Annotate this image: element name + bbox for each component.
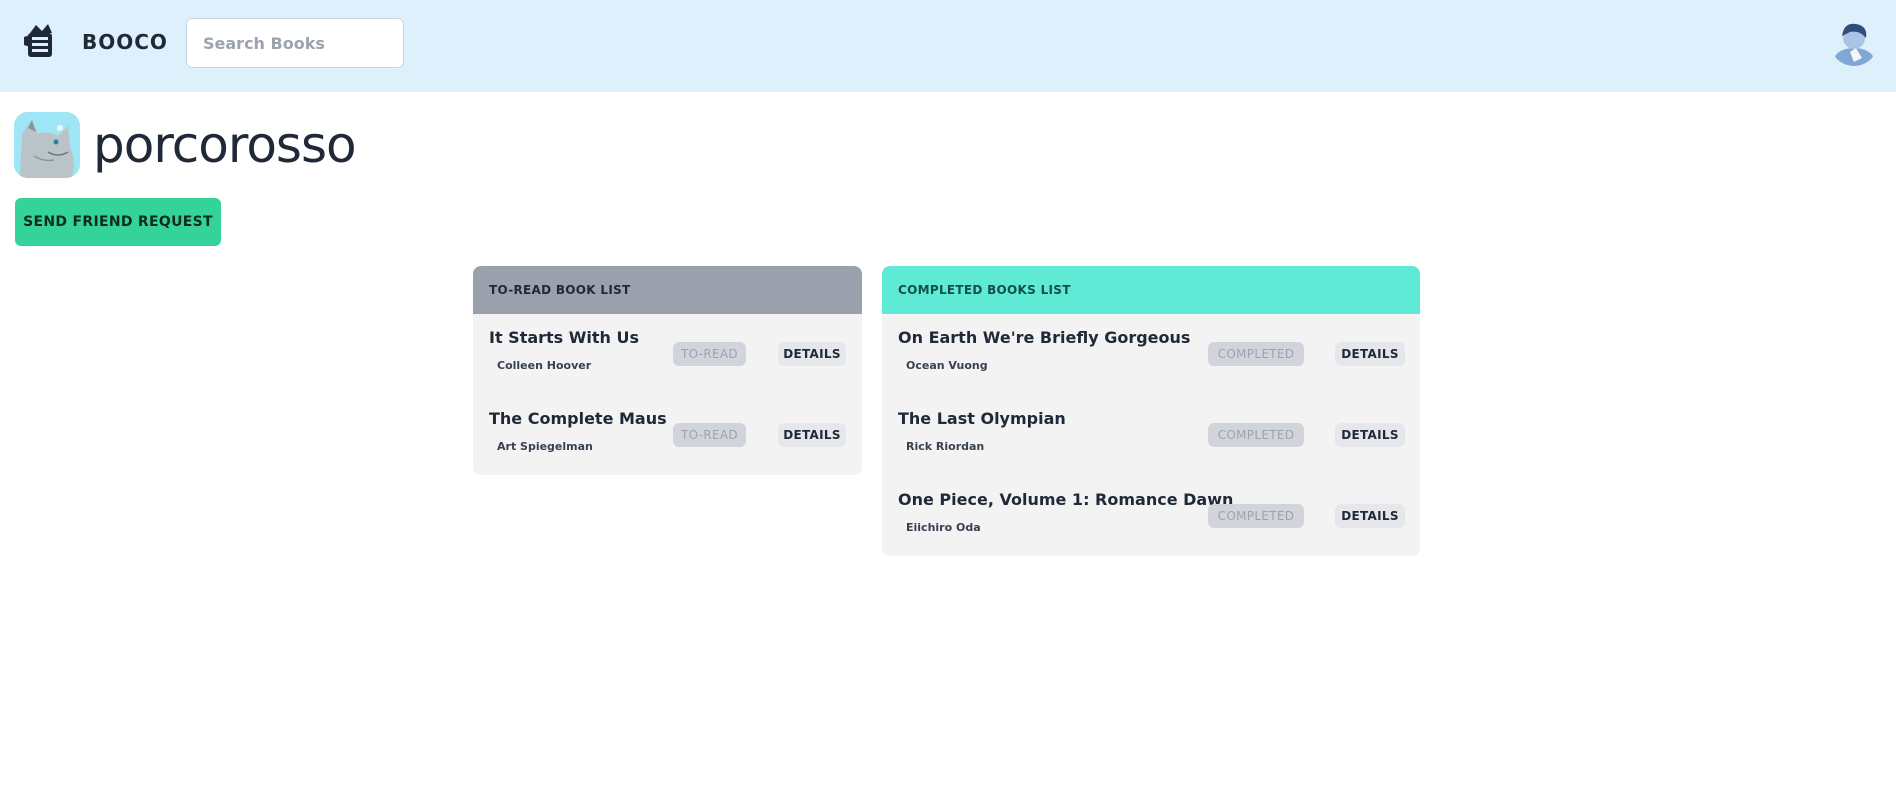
- book-title: One Piece, Volume 1: Romance Dawn: [898, 490, 1234, 509]
- completed-list-title: COMPLETED BOOKS LIST: [882, 266, 1420, 314]
- details-button[interactable]: DETAILS: [1335, 504, 1405, 528]
- status-badge: COMPLETED: [1208, 342, 1304, 366]
- book-author: Colleen Hoover: [497, 359, 592, 372]
- book-author: Rick Riordan: [906, 440, 985, 453]
- status-badge: COMPLETED: [1208, 504, 1304, 528]
- status-badge: COMPLETED: [1208, 423, 1304, 447]
- book-row: It Starts With Us Colleen Hoover TO-READ…: [473, 314, 862, 395]
- to-read-list-title: TO-READ BOOK LIST: [473, 266, 862, 314]
- search-input[interactable]: [186, 18, 404, 68]
- user-avatar-icon[interactable]: [1830, 18, 1878, 66]
- details-button[interactable]: DETAILS: [1335, 423, 1405, 447]
- details-button[interactable]: DETAILS: [778, 423, 846, 447]
- book-author: Eiichiro Oda: [906, 521, 981, 534]
- book-title: On Earth We're Briefly Gorgeous: [898, 328, 1191, 347]
- book-row: The Complete Maus Art Spiegelman TO-READ…: [473, 395, 862, 475]
- profile-username: porcorosso: [93, 116, 357, 174]
- book-row: One Piece, Volume 1: Romance Dawn Eiichi…: [882, 476, 1420, 556]
- status-badge: TO-READ: [673, 342, 746, 366]
- completed-list-card: COMPLETED BOOKS LIST On Earth We're Brie…: [882, 266, 1420, 556]
- navbar: BOOCO: [0, 0, 1896, 92]
- brand-name[interactable]: BOOCO: [82, 30, 168, 54]
- book-title: It Starts With Us: [489, 328, 640, 347]
- send-friend-request-button[interactable]: SEND FRIEND REQUEST: [15, 198, 221, 246]
- details-button[interactable]: DETAILS: [1335, 342, 1405, 366]
- details-button[interactable]: DETAILS: [778, 342, 846, 366]
- book-row: On Earth We're Briefly Gorgeous Ocean Vu…: [882, 314, 1420, 395]
- book-logo-icon[interactable]: [22, 23, 58, 61]
- book-title: The Complete Maus: [489, 409, 667, 428]
- book-author: Art Spiegelman: [497, 440, 593, 453]
- book-row: The Last Olympian Rick Riordan COMPLETED…: [882, 395, 1420, 476]
- to-read-list-card: TO-READ BOOK LIST It Starts With Us Coll…: [473, 266, 862, 475]
- cat-avatar-icon: [14, 112, 80, 178]
- book-author: Ocean Vuong: [906, 359, 988, 372]
- status-badge: TO-READ: [673, 423, 746, 447]
- book-title: The Last Olympian: [898, 409, 1066, 428]
